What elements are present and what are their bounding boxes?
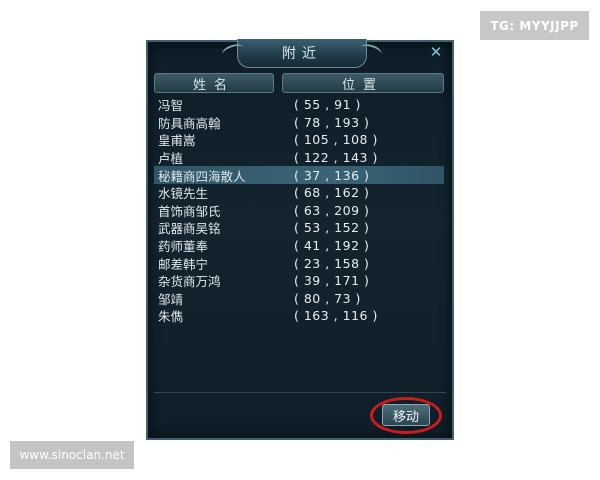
close-icon[interactable]: ✕: [428, 44, 444, 60]
list-item[interactable]: 药师董奉 ( 41 , 192 ): [154, 237, 444, 255]
list-item[interactable]: 杂货商万鸿 ( 39 , 171 ): [154, 272, 444, 290]
move-button[interactable]: 移动: [382, 404, 430, 426]
list-item[interactable]: 水镜先生 ( 68 , 162 ): [154, 184, 444, 202]
watermark-tg: TG: MYYJJPP: [480, 11, 589, 40]
list-item[interactable]: 防具商高翰 ( 78 , 193 ): [154, 114, 444, 132]
npc-name: 邹靖: [158, 291, 184, 307]
npc-position: ( 39 , 171 ): [294, 273, 370, 289]
npc-position: ( 37 , 136 ): [294, 167, 370, 183]
npc-position: ( 41 , 192 ): [294, 238, 370, 254]
column-header-position[interactable]: 位置: [282, 73, 444, 93]
npc-position: ( 63 , 209 ): [294, 202, 370, 218]
npc-position: ( 55 , 91 ): [294, 97, 361, 113]
list-item[interactable]: 邹靖 ( 80 , 73 ): [154, 290, 444, 308]
npc-position: ( 105 , 108 ): [294, 132, 378, 148]
list-item[interactable]: 武器商吴铭 ( 53 , 152 ): [154, 219, 444, 237]
watermark-site: www.sinoclan.net: [10, 441, 134, 469]
npc-name: 药师董奉: [158, 239, 209, 255]
npc-name: 卢植: [158, 151, 184, 167]
npc-name: 冯智: [158, 98, 184, 114]
npc-position: ( 122 , 143 ): [294, 150, 378, 166]
nearby-window: 附近 ✕ 姓名 位置 冯智 ( 55 , 91 ) 防具商高翰 ( 78 , 193 …: [146, 39, 454, 440]
list-item[interactable]: 冯智 ( 55 , 91 ): [154, 96, 444, 114]
list-item[interactable]: 邮差韩宁 ( 23 , 158 ): [154, 254, 444, 272]
divider: [154, 392, 446, 393]
npc-name: 杂货商万鸿: [158, 274, 221, 290]
column-header-name[interactable]: 姓名: [154, 73, 274, 93]
npc-name: 皇甫嵩: [158, 133, 196, 149]
npc-position: ( 53 , 152 ): [294, 220, 370, 236]
npc-position: ( 80 , 73 ): [294, 290, 361, 306]
npc-name: 朱儁: [158, 309, 184, 325]
npc-name: 水镜先生: [158, 186, 209, 202]
npc-position: ( 163 , 116 ): [294, 308, 378, 324]
npc-name: 邮差韩宁: [158, 256, 209, 272]
npc-position: ( 78 , 193 ): [294, 114, 370, 130]
list-item[interactable]: 皇甫嵩 ( 105 , 108 ): [154, 131, 444, 149]
list-item[interactable]: 首饰商邹氏 ( 63 , 209 ): [154, 202, 444, 220]
npc-position: ( 68 , 162 ): [294, 185, 370, 201]
npc-name: 防具商高翰: [158, 115, 221, 131]
npc-list: 冯智 ( 55 , 91 ) 防具商高翰 ( 78 , 193 ) 皇甫嵩 ( 105 ,…: [154, 96, 444, 325]
window-title: 附近: [282, 46, 322, 62]
npc-position: ( 23 , 158 ): [294, 255, 370, 271]
list-item[interactable]: 秘籍商四海散人 ( 37 , 136 ): [154, 166, 444, 184]
npc-name: 武器商吴铭: [158, 221, 221, 237]
npc-name: 秘籍商四海散人: [158, 168, 246, 184]
list-item[interactable]: 卢植 ( 122 , 143 ): [154, 149, 444, 167]
list-item[interactable]: 朱儁 ( 163 , 116 ): [154, 307, 444, 325]
npc-name: 首饰商邹氏: [158, 203, 221, 219]
title-plate: 附近: [237, 39, 367, 68]
table-header: 姓名 位置: [154, 73, 444, 93]
